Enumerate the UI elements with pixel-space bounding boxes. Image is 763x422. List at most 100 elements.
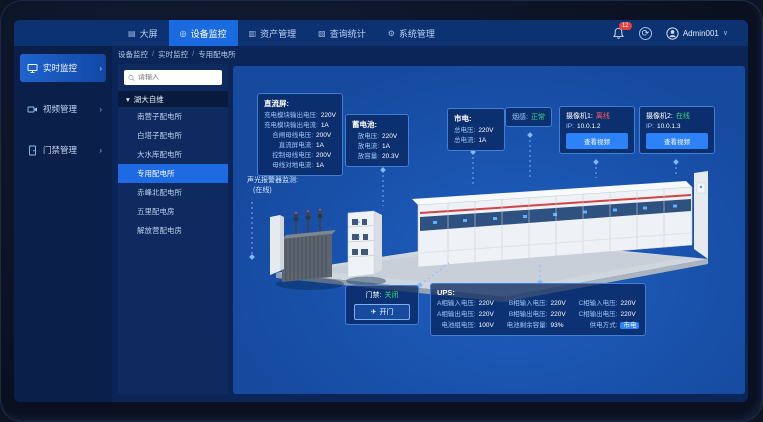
panel-title: UPS: bbox=[437, 288, 639, 297]
sidebar-item-realtime-monitor[interactable]: 实时监控 › bbox=[20, 54, 106, 82]
camera1-ip: 10.0.1.2 bbox=[577, 123, 601, 130]
camera1-view-video-button[interactable]: 查看视频 bbox=[566, 133, 628, 149]
sidebar-item-label: 实时监控 bbox=[43, 62, 77, 74]
tab-label: 查询统计 bbox=[330, 27, 366, 40]
metric-value: 1A bbox=[316, 161, 336, 171]
smoke-status: 正常 bbox=[531, 112, 545, 122]
tab-label: 设备监控 bbox=[191, 27, 227, 40]
metric-label: B相输出电压: bbox=[507, 310, 548, 320]
door-label: 门禁: bbox=[366, 290, 382, 300]
tab-dashboard[interactable]: ▤大屏 bbox=[117, 20, 169, 46]
refresh-icon: ⟳ bbox=[642, 28, 650, 38]
panel-title: 直流屏: bbox=[264, 98, 336, 109]
asset-icon: ▥ bbox=[249, 29, 257, 38]
sidebar-item-door-access[interactable]: 门禁管理 › bbox=[20, 136, 106, 164]
metric-label: 直流屏电流: bbox=[264, 141, 313, 151]
metric-value: 220V bbox=[478, 126, 498, 136]
metric-value: 1A bbox=[321, 121, 341, 131]
user-name: Admin001 bbox=[683, 29, 719, 38]
metric-label: 电池剩余容量: bbox=[507, 321, 548, 331]
topbar-right: 12 ⟳ Admin001 ∨ bbox=[612, 27, 748, 40]
camera1-panel: 摄像机1:离线 IP:10.0.1.2 查看视频 bbox=[559, 106, 635, 154]
ip-label: IP: bbox=[646, 123, 654, 130]
metric-value: 220V bbox=[620, 299, 640, 309]
ups-panel: UPS: A相输入电压:220V B相输入电压:220V C相输入电压:220V… bbox=[430, 283, 646, 336]
door-icon bbox=[27, 145, 38, 156]
open-door-button[interactable]: ✈开门 bbox=[354, 304, 410, 320]
smoke-sensor-panel: 烟感:正常 bbox=[505, 107, 552, 127]
metric-label: 放容量: bbox=[352, 152, 379, 162]
tree-item-station-6[interactable]: 五里配电房 bbox=[118, 202, 228, 221]
metric-value: 220V bbox=[620, 310, 640, 320]
door-open-icon: ✈ bbox=[371, 308, 377, 316]
tree-item-station-5[interactable]: 赤峰北配电所 bbox=[118, 183, 228, 202]
metric-value: 220V bbox=[550, 310, 570, 320]
alarm-label-text: 声光报警器监测: bbox=[247, 176, 298, 186]
tab-system-mgmt[interactable]: ⚙ 系统管理 bbox=[377, 20, 446, 46]
station-tree-panel: ▾ 湖大自维 南营子配电所 白塔子配电所 大水库配电所 专用配电所 赤峰北配电所… bbox=[118, 64, 228, 394]
metric-label: 供电方式: bbox=[578, 321, 617, 331]
metric-label: 电池组电压: bbox=[437, 321, 476, 331]
user-avatar-icon bbox=[666, 27, 679, 40]
metric-value: 1A bbox=[382, 142, 402, 152]
notification-bell-button[interactable]: 12 bbox=[612, 27, 625, 40]
dc-screen-panel: 直流屏: 充电模块输出电压:220V 充电模块输出电流:1A 合闸母线电压:20… bbox=[257, 93, 343, 176]
door-status: 关闭 bbox=[384, 290, 398, 300]
breadcrumb-current-station: 专用配电所 bbox=[198, 49, 236, 60]
tree-item-station-1[interactable]: 南营子配电所 bbox=[118, 107, 228, 126]
panel-title: 市电: bbox=[454, 113, 498, 124]
metric-value: 220V bbox=[321, 111, 341, 121]
breadcrumb-device-monitor[interactable]: 设备监控 bbox=[118, 49, 148, 60]
power-mode-badge: 市电 bbox=[620, 322, 639, 329]
metric-value: 1A bbox=[316, 141, 336, 151]
ip-label: IP: bbox=[566, 123, 574, 130]
metric-label: 放电压: bbox=[352, 132, 379, 142]
metric-value: 220V bbox=[382, 132, 402, 142]
camera2-ip: 10.0.1.3 bbox=[657, 123, 681, 130]
camera2-view-video-button[interactable]: 查看视频 bbox=[646, 133, 708, 149]
tab-label: 资产管理 bbox=[260, 27, 296, 40]
metric-label: B相输入电压: bbox=[507, 299, 548, 309]
sidebar: 实时监控 › 视频管理 › 门禁管理 › bbox=[14, 46, 112, 402]
metric-value: 220V bbox=[479, 310, 499, 320]
station-3d-view: 直流屏: 充电模块输出电压:220V 充电模块输出电流:1A 合闸母线电压:20… bbox=[233, 66, 745, 394]
tab-query-stats[interactable]: ▧查询统计 bbox=[307, 20, 377, 46]
breadcrumb-separator: / bbox=[192, 49, 194, 60]
metric-label: C相输入电压: bbox=[578, 299, 617, 309]
camera2-status: 在线 bbox=[676, 111, 690, 121]
chevron-right-icon: › bbox=[99, 146, 102, 155]
door-access-panel: 门禁:关闭 ✈开门 bbox=[345, 285, 419, 325]
chevron-down-icon: ∨ bbox=[723, 29, 728, 37]
breadcrumb-separator: / bbox=[152, 49, 154, 60]
gear-icon: ⚙ bbox=[388, 29, 395, 38]
chevron-right-icon: › bbox=[99, 105, 102, 114]
breadcrumb-realtime[interactable]: 实时监控 bbox=[158, 49, 188, 60]
metric-value: 100V bbox=[479, 321, 499, 331]
tab-label: 系统管理 bbox=[399, 27, 435, 40]
smoke-label: 烟感: bbox=[512, 112, 528, 122]
tab-asset-mgmt[interactable]: ▥资产管理 bbox=[238, 20, 308, 46]
search-input[interactable] bbox=[138, 74, 218, 81]
tab-device-monitor[interactable]: ◎设备监控 bbox=[169, 20, 238, 46]
tree-item-station-4-selected[interactable]: 专用配电所 bbox=[118, 164, 228, 183]
metric-label: A相输入电压: bbox=[437, 299, 476, 309]
tree-search-box bbox=[124, 70, 222, 85]
sidebar-item-label: 视频管理 bbox=[43, 103, 77, 115]
tree-item-station-7[interactable]: 解放营配电房 bbox=[118, 221, 228, 240]
user-menu[interactable]: Admin001 ∨ bbox=[666, 27, 728, 40]
refresh-button[interactable]: ⟳ bbox=[639, 27, 652, 40]
metric-value: 20.3V bbox=[382, 152, 402, 162]
topbar: ▤大屏 ◎设备监控 ▥资产管理 ▧查询统计 ⚙ 系统管理 12 ⟳ bbox=[14, 20, 748, 46]
metric-value: 220V bbox=[479, 299, 499, 309]
metric-label: A相输出电压: bbox=[437, 310, 476, 320]
video-camera-icon bbox=[27, 104, 38, 115]
tree-group-toggle[interactable]: ▾ 湖大自维 bbox=[118, 91, 228, 107]
sidebar-item-video-mgmt[interactable]: 视频管理 › bbox=[20, 95, 106, 123]
metric-label: 充电模块输出电流: bbox=[264, 121, 318, 131]
tree-item-station-2[interactable]: 白塔子配电所 bbox=[118, 126, 228, 145]
camera1-status: 离线 bbox=[596, 111, 610, 121]
nav-tabs: ▤大屏 ◎设备监控 ▥资产管理 ▧查询统计 ⚙ 系统管理 bbox=[117, 20, 446, 46]
metric-label: C相输出电压: bbox=[578, 310, 617, 320]
battery-panel: 蓄电池: 放电压:220V 放电流:1A 放容量:20.3V bbox=[345, 114, 409, 167]
tree-item-station-3[interactable]: 大水库配电所 bbox=[118, 145, 228, 164]
